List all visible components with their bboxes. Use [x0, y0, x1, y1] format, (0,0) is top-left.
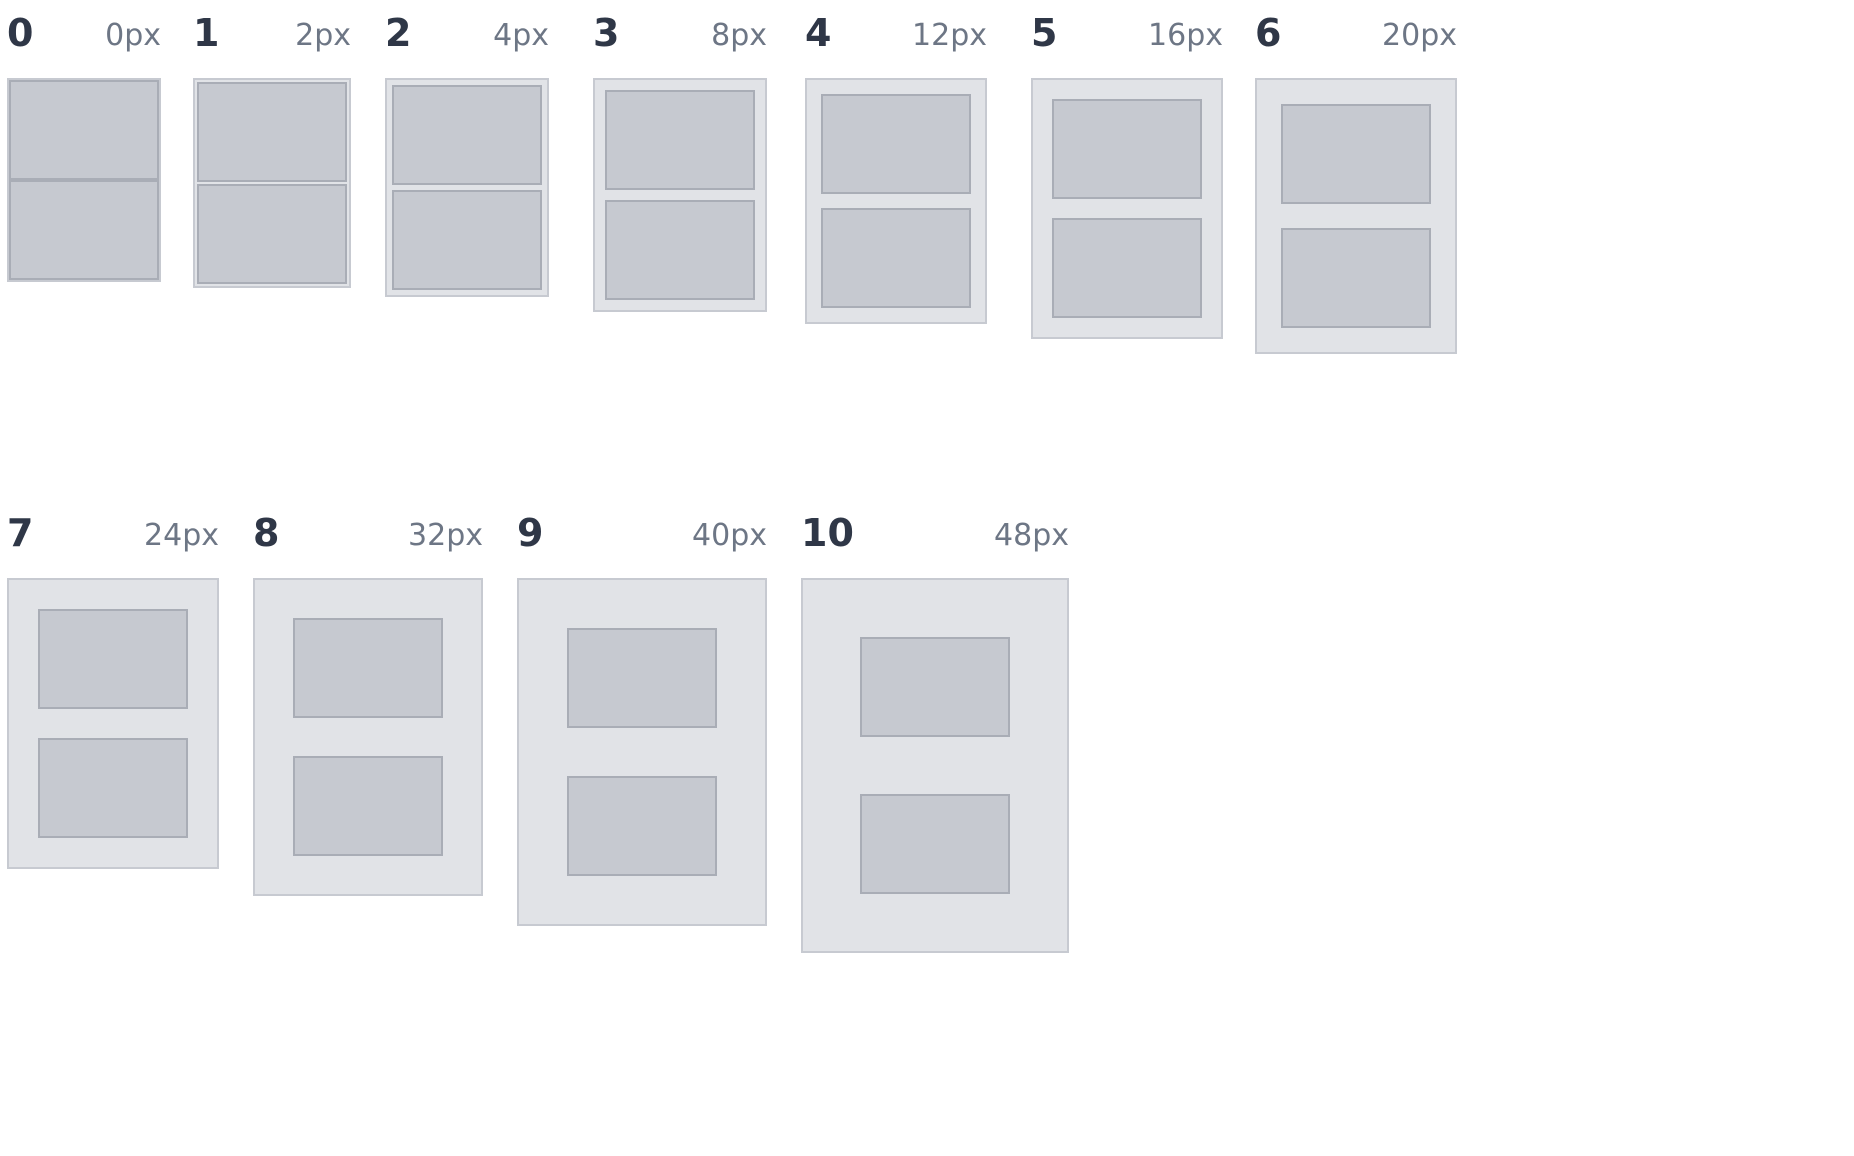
spacing-step-label: 7 [7, 511, 34, 555]
spacing-value-label: 16px [1148, 18, 1223, 53]
padding-container [1255, 78, 1457, 354]
child-box-top [1052, 99, 1202, 199]
spacing-example-2: 2 4px [385, 0, 549, 297]
padding-container [517, 578, 767, 926]
child-box-bottom [860, 794, 1010, 894]
child-box-top [293, 618, 443, 718]
spacing-value-label: 40px [692, 518, 767, 553]
spacing-value-label: 8px [711, 18, 767, 53]
spacing-value-label: 32px [408, 518, 483, 553]
child-box-top [9, 80, 159, 180]
child-box-bottom [9, 180, 159, 280]
spacing-example-10: 10 48px [801, 500, 1069, 953]
child-box-top [605, 90, 755, 190]
child-box-bottom [605, 200, 755, 300]
child-box-top [567, 628, 717, 728]
padding-container [805, 78, 987, 324]
padding-container [1031, 78, 1223, 339]
padding-container [801, 578, 1069, 953]
spacing-step-label: 8 [253, 511, 280, 555]
spacing-value-label: 20px [1382, 18, 1457, 53]
spacing-value-label: 4px [493, 18, 549, 53]
child-box-top [392, 85, 542, 185]
spacing-step-label: 2 [385, 11, 412, 55]
child-box-bottom [1052, 218, 1202, 318]
child-box-bottom [392, 190, 542, 290]
spacing-scale-diagram: 0 0px 1 2px 2 4px 3 8px 4 12px 5 16px 6 … [0, 0, 1854, 1156]
child-box-bottom [1281, 228, 1431, 328]
spacing-example-8: 8 32px [253, 500, 483, 896]
spacing-step-label: 10 [801, 511, 854, 555]
spacing-value-label: 2px [295, 18, 351, 53]
child-box-bottom [38, 738, 188, 838]
spacing-step-label: 0 [7, 11, 34, 55]
spacing-value-label: 12px [912, 18, 987, 53]
spacing-step-label: 3 [593, 11, 620, 55]
spacing-step-label: 5 [1031, 11, 1058, 55]
spacing-step-label: 1 [193, 11, 220, 55]
spacing-value-label: 48px [994, 518, 1069, 553]
spacing-example-1: 1 2px [193, 0, 351, 288]
spacing-example-6: 6 20px [1255, 0, 1457, 354]
child-box-bottom [567, 776, 717, 876]
child-box-top [197, 82, 347, 182]
padding-container [193, 78, 351, 288]
child-box-top [821, 94, 971, 194]
spacing-example-5: 5 16px [1031, 0, 1223, 339]
spacing-example-7: 7 24px [7, 500, 219, 869]
spacing-step-label: 4 [805, 11, 832, 55]
spacing-step-label: 6 [1255, 11, 1282, 55]
child-box-top [860, 637, 1010, 737]
padding-container [7, 78, 161, 282]
spacing-example-9: 9 40px [517, 500, 767, 926]
padding-container [253, 578, 483, 896]
child-box-top [1281, 104, 1431, 204]
spacing-value-label: 0px [105, 18, 161, 53]
child-box-bottom [293, 756, 443, 856]
spacing-example-0: 0 0px [7, 0, 161, 282]
padding-container [7, 578, 219, 869]
spacing-example-4: 4 12px [805, 0, 987, 324]
child-box-top [38, 609, 188, 709]
spacing-value-label: 24px [144, 518, 219, 553]
spacing-example-3: 3 8px [593, 0, 767, 312]
padding-container [593, 78, 767, 312]
padding-container [385, 78, 549, 297]
spacing-step-label: 9 [517, 511, 544, 555]
child-box-bottom [197, 184, 347, 284]
child-box-bottom [821, 208, 971, 308]
